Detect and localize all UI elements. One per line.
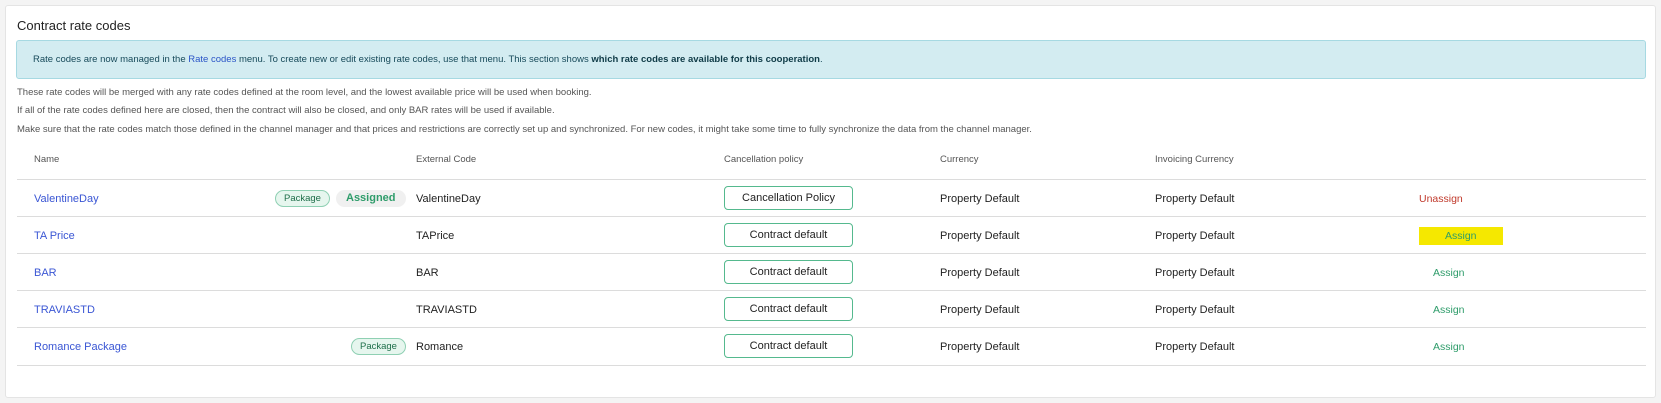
invoicing-currency: Property Default	[1155, 192, 1235, 205]
table-row: Romance Package Package Romance Contract…	[17, 328, 1646, 365]
header-name: Name	[34, 154, 60, 165]
table-row: TRAVIASTD TRAVIASTD Contract default Pro…	[17, 291, 1646, 328]
invoicing-currency: Property Default	[1155, 303, 1235, 316]
rate-code-name-link[interactable]: Romance Package	[34, 341, 127, 353]
assign-button[interactable]: Assign	[1419, 226, 1503, 245]
contract-default-button[interactable]: Contract default	[724, 334, 853, 358]
note-merge: These rate codes will be merged with any…	[17, 87, 592, 98]
currency: Property Default	[940, 229, 1020, 242]
external-code: TRAVIASTD	[416, 303, 477, 316]
rate-code-name-link[interactable]: TA Price	[34, 230, 75, 242]
external-code: BAR	[416, 266, 439, 279]
contract-default-button[interactable]: Contract default	[724, 260, 853, 284]
external-code: Romance	[416, 340, 464, 353]
unassign-button[interactable]: Unassign	[1419, 180, 1463, 217]
package-badge: Package	[275, 190, 330, 207]
header-cancellation-policy: Cancellation policy	[724, 154, 804, 165]
header-external-code: External Code	[416, 154, 477, 165]
note-closed: If all of the rate codes defined here ar…	[17, 105, 555, 116]
cancellation-policy-button[interactable]: Cancellation Policy	[724, 186, 853, 210]
external-code: TAPrice	[416, 229, 455, 242]
header-currency: Currency	[940, 154, 979, 165]
contract-default-button[interactable]: Contract default	[724, 223, 853, 247]
invoicing-currency: Property Default	[1155, 266, 1235, 279]
section-title: Contract rate codes	[17, 18, 131, 33]
note-sync: Make sure that the rate codes match thos…	[17, 124, 1032, 135]
table-row: TA Price TAPrice Contract default Proper…	[17, 217, 1646, 254]
table-bottom-divider	[17, 365, 1646, 366]
info-text-suffix: .	[819, 54, 823, 65]
header-invoicing-currency: Invoicing Currency	[1155, 154, 1234, 165]
contract-rate-codes-card: Contract rate codes Rate codes are now m…	[5, 5, 1656, 398]
rate-code-name-link[interactable]: BAR	[34, 267, 57, 279]
info-alert: Rate codes are now managed in the Rate c…	[16, 40, 1646, 79]
currency: Property Default	[940, 192, 1020, 205]
table-row: ValentineDay Package Assigned ValentineD…	[17, 180, 1646, 217]
rate-codes-link[interactable]: Rate codes	[188, 54, 236, 65]
assigned-badge: Assigned	[336, 190, 406, 207]
table-row: BAR BAR Contract default Property Defaul…	[17, 254, 1646, 291]
info-text-prefix: Rate codes are now managed in the	[33, 54, 189, 65]
contract-default-button[interactable]: Contract default	[724, 297, 853, 321]
currency: Property Default	[940, 303, 1020, 316]
assign-button[interactable]: Assign	[1433, 291, 1465, 328]
currency: Property Default	[940, 266, 1020, 279]
assign-button[interactable]: Assign	[1433, 328, 1465, 365]
package-badge: Package	[351, 338, 406, 355]
currency: Property Default	[940, 340, 1020, 353]
assign-button[interactable]: Assign	[1433, 254, 1465, 291]
rate-code-name-link[interactable]: ValentineDay	[34, 193, 99, 205]
info-text-bold: which rate codes are available for this …	[591, 54, 820, 65]
info-text-middle: menu. To create new or edit existing rat…	[236, 54, 592, 65]
invoicing-currency: Property Default	[1155, 340, 1235, 353]
external-code: ValentineDay	[416, 192, 481, 205]
rate-code-name-link[interactable]: TRAVIASTD	[34, 304, 95, 316]
invoicing-currency: Property Default	[1155, 229, 1235, 242]
